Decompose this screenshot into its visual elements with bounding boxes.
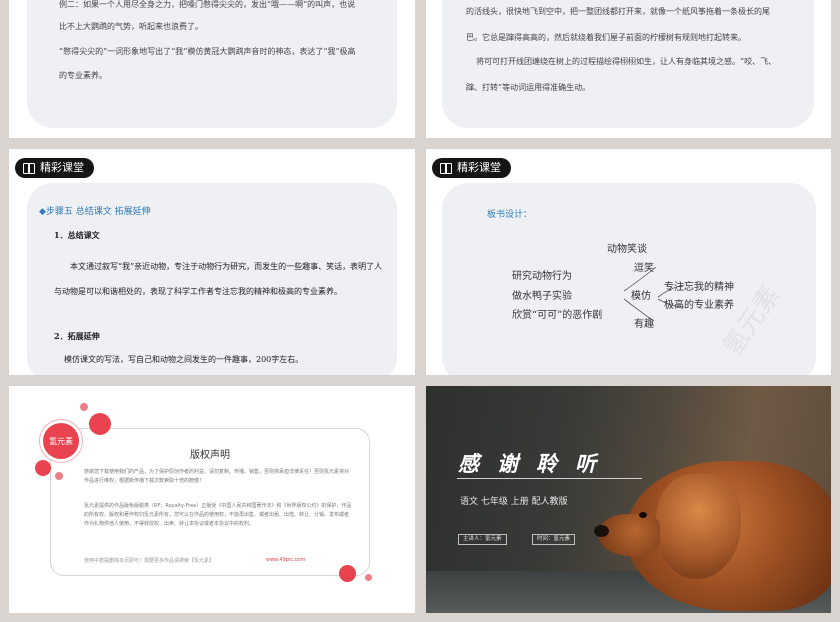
board-item: 专注忘我的精神 [664,282,734,293]
slide-4[interactable]: 精彩课堂 板书设计： 动物笑谈 研究动物行为 做水鸭子实验 欣赏“可可”的恶作剧… [426,149,831,375]
dog-nose [594,525,609,537]
brand-logo: 氢元素 [40,420,82,462]
decor-dot [365,574,372,581]
decor-dot [35,460,51,476]
course-subtitle: 语文 七年级 上册 配人教版 [460,497,568,507]
slide-3[interactable]: 精彩课堂 ◆步骤五 总结课文 拓展延伸 1．总结课文 本文通过叙写“我”亲近动物… [9,149,415,375]
decor-dot [80,403,88,411]
board-item: 研究动物行为 [512,271,572,282]
time-label: 时间：氢元素 [532,534,576,545]
board-item: 极高的专业素养 [664,300,734,311]
subheading: 2．拓展延伸 [54,331,100,341]
board-item: 做水鸭子实验 [512,291,572,302]
presenter-label: 主讲人：氢元素 [458,534,507,545]
paragraph: 比不上大鹦鹉的气势，听起来也浪费了。 [59,22,203,31]
decor-dot [339,565,356,582]
paragraph: 蹿、打转”等动词运用得准确生动。 [466,83,591,92]
step-heading: ◆步骤五 总结课文 拓展延伸 [39,207,151,217]
subheading: 1．总结课文 [54,230,100,240]
board-connectors [623,266,685,322]
slide-2[interactable]: 的活线头，很快地飞到空中，把一整团线都打开来，就像一个纸风筝拖着一条极长的尾 巴… [426,0,831,138]
divider [457,478,642,479]
copyright-footer: 使用中若提删除本页即可！需要更多作品请搜索【氢元素】 [84,558,215,564]
slide-5[interactable]: 氢元素 版权声明 感谢您下载使用我们的产品，为了保护原创作者的利益，请勿复制、传… [9,386,415,613]
board-item: 欣赏“可可”的恶作剧 [512,310,603,321]
board-item: 动物笑谈 [607,244,647,255]
board-item: 有趣 [634,319,654,330]
copyright-title: 版权声明 [190,450,230,461]
section-tag-label: 精彩课堂 [40,161,84,174]
book-icon [23,163,35,174]
slide-1[interactable]: 例二：如果一个人用尽全身之力，把嗓门憋得尖尖的，发出“哦——啊”的叫声，也说 比… [9,0,415,138]
paragraph: “憋得尖尖的”一词形象地写出了“我”模仿黄冠大鹦鹉声音时的神态，表达了“我”极高 [59,47,356,56]
paragraph: 的活线头，很快地飞到空中，把一整团线都打开来，就像一个纸风筝拖着一条极长的尾 [466,7,770,16]
site-link[interactable]: www.49pic.com [266,557,305,563]
paragraph: 将可可打开线团缠绕在树上的过程描绘得栩栩如生，让人有身临其境之感。“咬、飞、 [476,57,777,66]
thanks-title: 感谢聆听 [458,452,614,476]
slide-6[interactable]: 感谢聆听 语文 七年级 上册 配人教版 主讲人：氢元素 时间：氢元素 [426,386,831,613]
paragraph: 例二：如果一个人用尽全身之力，把嗓门憋得尖尖的，发出“哦——啊”的叫声，也说 [59,0,356,9]
section-tag: 精彩课堂 [15,158,94,178]
paragraph: 巴。它总是蹿得高高的，然后就绕着我们屋子前面的柠檬树有规则地打起转来。 [466,33,746,42]
body-text: 本文通过叙写“我”亲近动物，专注于动物行为研究，而发生的一些趣事、笑话，表明了人… [54,262,383,296]
paragraph: 的专业素养。 [59,71,107,80]
decor-dot [55,472,63,480]
board-item: 模仿 [631,291,651,302]
copyright-text: 感谢您下载使用我们的产品，为了保护原创作者的利益，请勿复制、传播、销售，否则将承… [84,469,350,484]
body-text: 模仿课文的写法，写自己和动物之间发生的一件趣事，200字左右。 [64,355,304,364]
copyright-text: 氢元素提供的作品版免版税类（RF：Royalty-Free）正版受《中国人民共和… [84,503,352,527]
dog-snout [598,514,660,556]
board-item: 逗笑 [634,263,654,274]
decor-dot [89,413,111,435]
dog-eye [639,512,647,518]
